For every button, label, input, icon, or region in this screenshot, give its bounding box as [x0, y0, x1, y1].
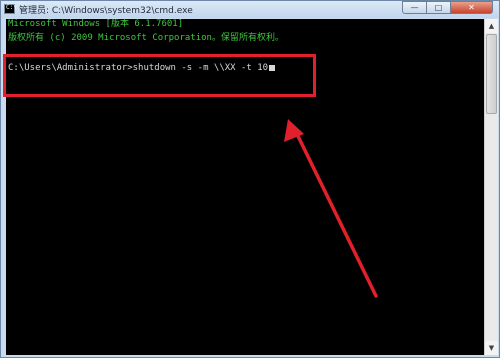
vertical-scrollbar[interactable]: ▲ ▼: [484, 19, 498, 355]
command-text: C:\Users\Administrator>shutdown -s -m \\…: [8, 63, 269, 73]
close-button[interactable]: ✕: [451, 1, 493, 14]
version-line: Microsoft Windows [版本 6.1.7601]: [8, 19, 184, 29]
console-output[interactable]: Microsoft Windows [版本 6.1.7601] 版权所有 (c)…: [6, 19, 485, 355]
copyright-line: 版权所有 (c) 2009 Microsoft Corporation。保留所有…: [8, 33, 284, 43]
cmd-window: C:\ 管理员: C:\Windows\system32\cmd.exe — □…: [0, 0, 500, 358]
scroll-up-arrow-icon[interactable]: ▲: [485, 19, 498, 33]
window-title: 管理员: C:\Windows\system32\cmd.exe: [19, 6, 193, 16]
cmd-icon[interactable]: C:\: [4, 4, 17, 14]
minimize-button[interactable]: —: [402, 1, 427, 14]
text-cursor: [269, 65, 276, 71]
command-line[interactable]: C:\Users\Administrator>shutdown -s -m \\…: [8, 63, 276, 74]
title-bar[interactable]: C:\ 管理员: C:\Windows\system32\cmd.exe — □…: [1, 1, 499, 18]
scroll-down-arrow-icon[interactable]: ▼: [485, 341, 498, 355]
maximize-button[interactable]: □: [427, 1, 451, 14]
scrollbar-thumb[interactable]: [486, 34, 497, 114]
caption-buttons: — □ ✕: [402, 1, 493, 14]
